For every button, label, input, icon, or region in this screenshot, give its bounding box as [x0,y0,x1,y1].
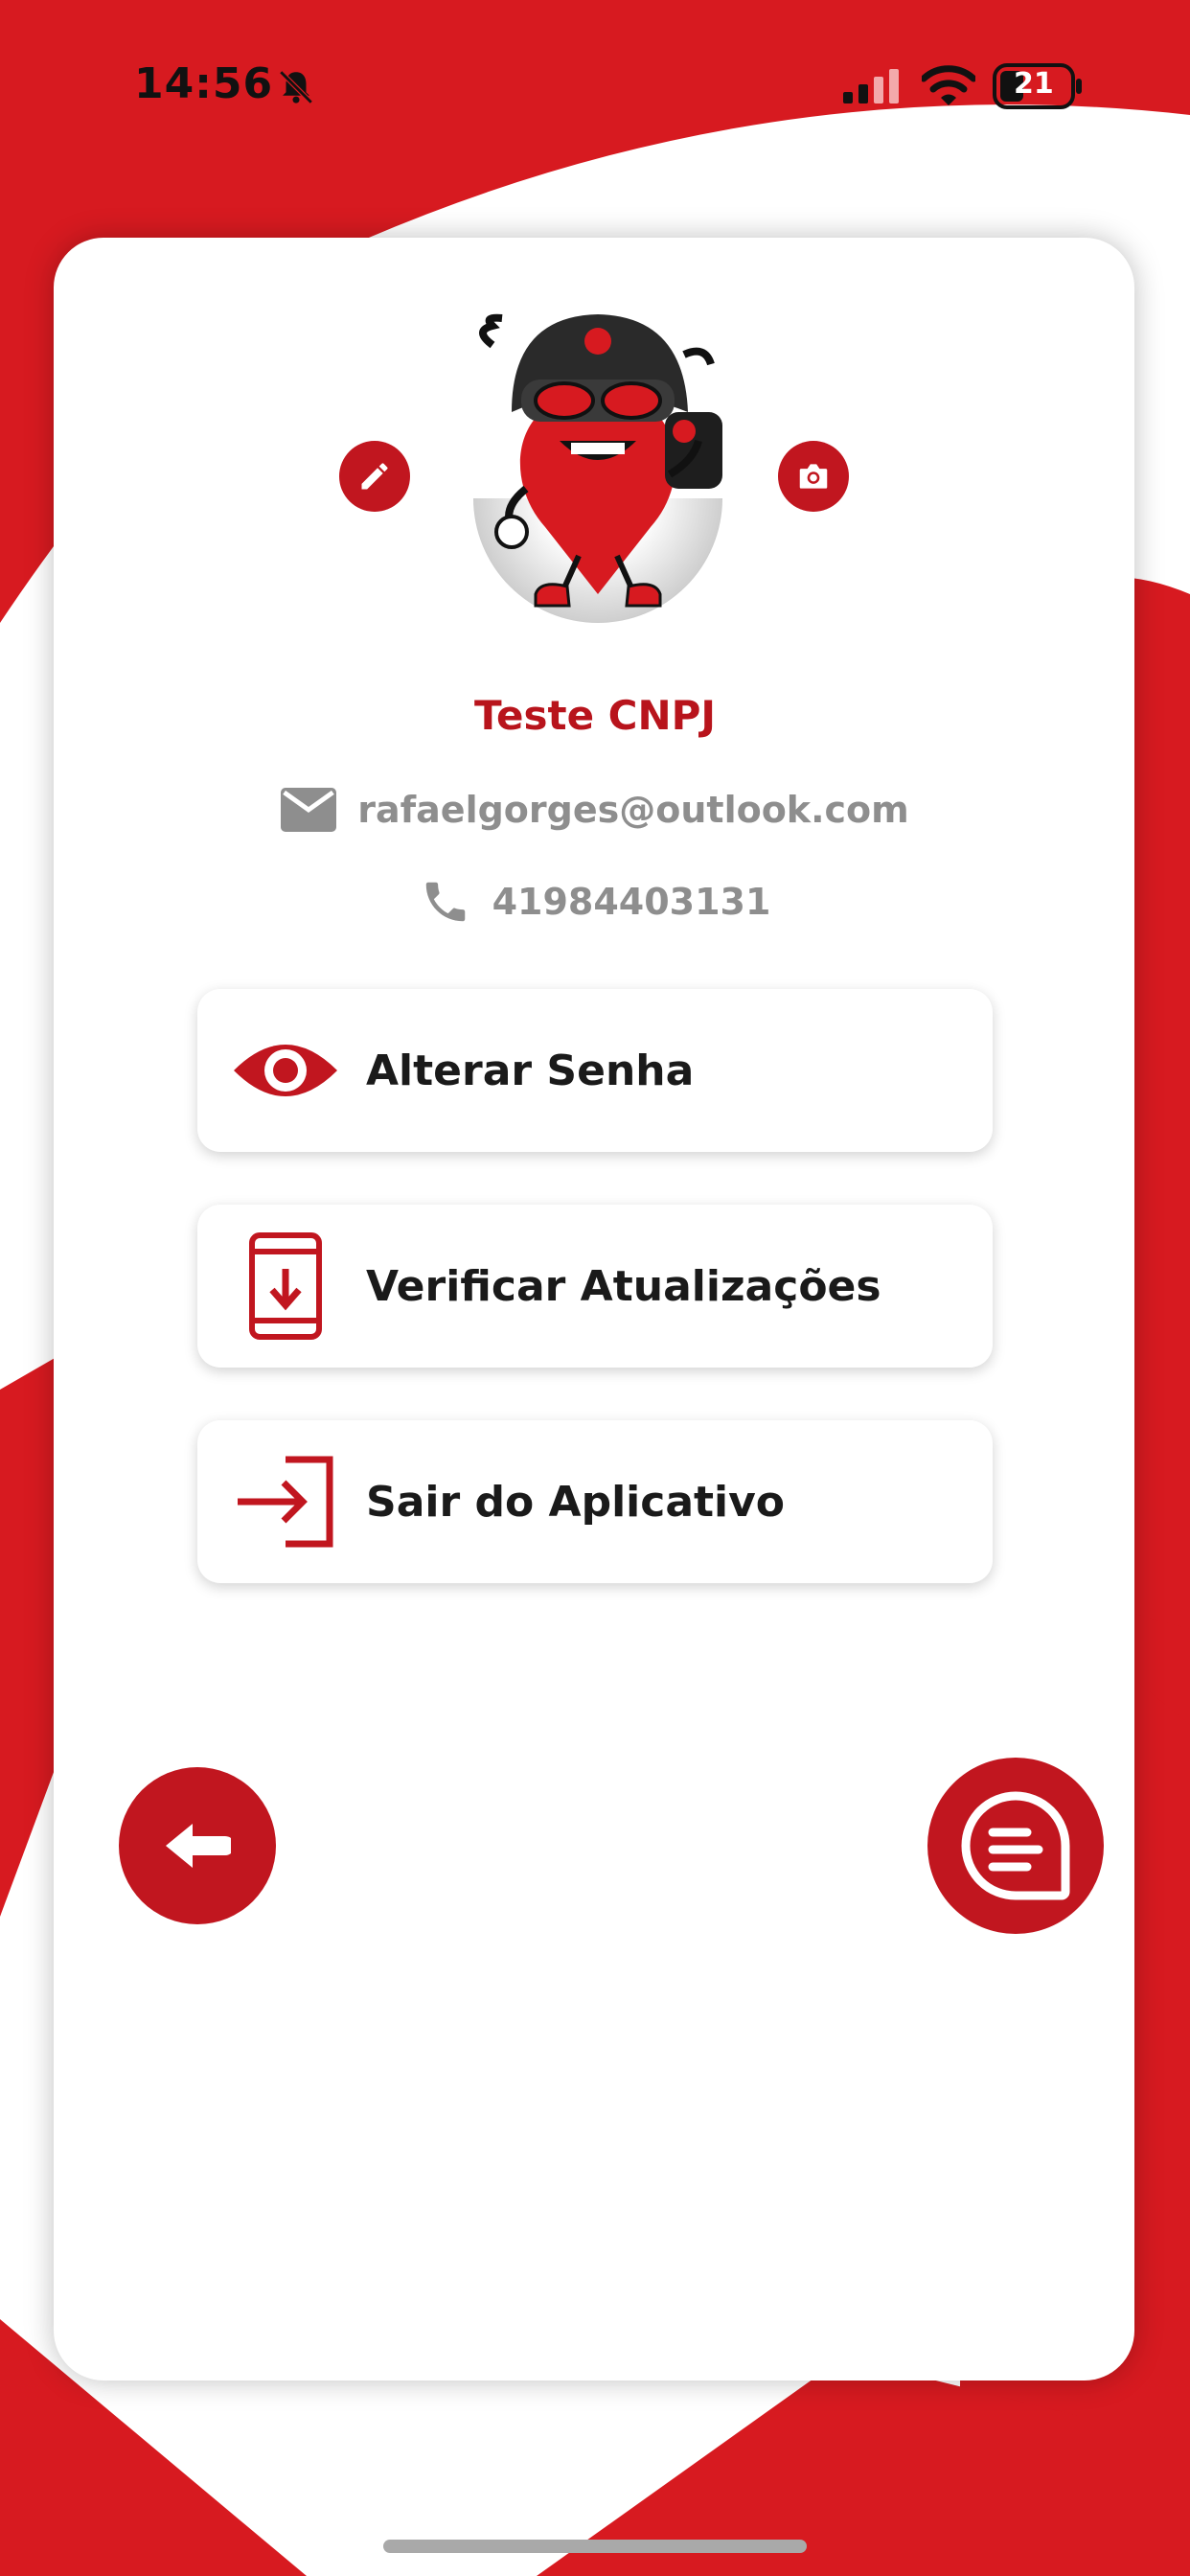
logout-icon-wrap [228,1456,343,1548]
phone-download-icon-wrap [228,1232,343,1340]
check-updates-button[interactable]: Verificar Atualizações [197,1205,993,1368]
eye-icon [234,1045,337,1096]
home-indicator[interactable] [383,2540,807,2553]
back-button[interactable] [119,1767,276,1924]
phone-icon [425,882,465,922]
logout-button[interactable]: Sair do Aplicativo [197,1420,993,1583]
battery-level: 21 [1014,67,1054,101]
bell-muted-icon [279,70,313,104]
eye-icon-wrap [228,1034,343,1107]
logout-label: Sair do Aplicativo [366,1477,786,1527]
edit-profile-button[interactable] [339,441,410,512]
status-time: 14:56 [134,59,274,108]
change-password-label: Alterar Senha [366,1046,695,1095]
change-password-button[interactable]: Alterar Senha [197,989,993,1152]
email-row: rafaelgorges@outlook.com [0,788,1190,832]
signal-icon [843,69,899,104]
phone-download-icon [249,1232,322,1340]
arrow-left-icon [166,1824,231,1868]
check-updates-label: Verificar Atualizações [366,1261,881,1311]
logout-icon [238,1456,333,1548]
phone-row: 41984403131 [0,876,1190,928]
wifi-icon [922,65,975,105]
change-photo-button[interactable] [778,441,849,512]
chat-icon [961,1791,1070,1900]
mail-icon [281,788,337,832]
mascot-avatar-image [479,313,722,608]
user-name: Teste CNPJ [473,692,717,739]
pencil-icon [361,463,388,490]
user-phone: 41984403131 [492,881,771,923]
profile-avatar[interactable] [454,288,742,623]
camera-icon [799,464,828,489]
chat-button[interactable] [927,1758,1104,1934]
user-email: rafaelgorges@outlook.com [357,789,909,831]
